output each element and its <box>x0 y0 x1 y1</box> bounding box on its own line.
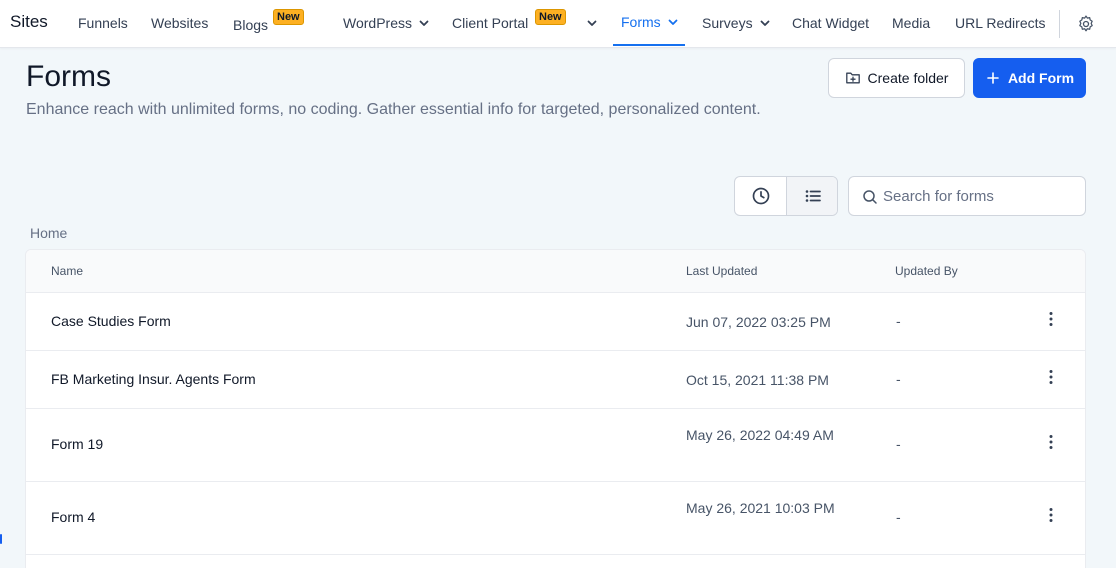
form-name[interactable]: Form 19 <box>51 436 103 452</box>
page-description: Enhance reach with unlimited forms, no c… <box>26 101 761 118</box>
last-updated: May 26, 2021 10:03 PM <box>686 500 835 516</box>
nav-item-label: WordPress <box>343 15 412 31</box>
nav-item-surveys[interactable]: Surveys <box>702 0 771 46</box>
new-badge: New <box>273 9 304 25</box>
nav-item-label: Chat Widget <box>792 15 870 31</box>
nav-item-websites[interactable]: Websites <box>151 0 208 46</box>
search-input[interactable] <box>883 177 1079 215</box>
breadcrumb-home[interactable]: Home <box>30 225 67 241</box>
chevron-down-icon <box>418 17 430 29</box>
edge-indicator <box>0 534 2 544</box>
nav-item-label: Client Portal <box>452 15 529 31</box>
chevron-down-icon <box>667 16 679 28</box>
add-form-label: Add Form <box>1007 70 1075 86</box>
more-options-icon[interactable] <box>1042 310 1060 328</box>
updated-by: - <box>896 313 901 329</box>
column-header-name[interactable]: Name <box>51 264 83 278</box>
list-icon <box>805 190 821 202</box>
last-updated: Jun 07, 2022 03:25 PM <box>686 314 831 330</box>
last-updated: May 26, 2022 04:49 AM <box>686 427 834 443</box>
view-toggle <box>734 176 838 216</box>
client-portal-dropdown[interactable] <box>580 0 598 46</box>
updated-by: - <box>896 509 901 525</box>
create-folder-label: Create folder <box>867 70 949 86</box>
updated-by: - <box>896 371 901 387</box>
nav-item-wordpress[interactable]: WordPress <box>343 0 430 46</box>
table-header: Name Last Updated Updated By <box>26 250 1085 293</box>
nav-item-funnels[interactable]: Funnels <box>78 0 128 46</box>
nav-item-label: Funnels <box>78 15 128 31</box>
list-view-button[interactable] <box>787 177 837 215</box>
form-name[interactable]: FB Marketing Insur. Agents Form <box>51 371 256 387</box>
add-form-button[interactable]: Add Form <box>973 58 1086 98</box>
table-row[interactable]: Case Studies Form Jun 07, 2022 03:25 PM … <box>26 293 1085 351</box>
nav-item-client-portal[interactable]: Client Portal <box>452 0 528 46</box>
forms-table: Name Last Updated Updated By Case Studie… <box>25 249 1086 568</box>
chevron-down-icon <box>586 17 598 29</box>
chevron-down-icon <box>759 17 771 29</box>
sites-title: Sites <box>10 12 48 31</box>
gear-icon[interactable] <box>1076 14 1096 34</box>
nav-item-chat-widget[interactable]: Chat Widget <box>792 0 869 46</box>
nav-item-label: Websites <box>151 15 209 31</box>
nav-item-label: URL Redirects <box>955 15 1046 31</box>
create-folder-button[interactable]: Create folder <box>828 58 965 98</box>
column-header-last-updated[interactable]: Last Updated <box>686 264 757 278</box>
table-row[interactable]: FB Marketing Insur. Agents Form Oct 15, … <box>26 351 1085 409</box>
nav-item-label: Forms <box>621 14 661 30</box>
column-header-updated-by[interactable]: Updated By <box>895 264 958 278</box>
new-badge: New <box>535 9 566 25</box>
breadcrumb[interactable]: Home <box>30 225 67 241</box>
more-options-icon[interactable] <box>1042 368 1060 386</box>
recent-view-button[interactable] <box>735 177 787 215</box>
nav-item-url-redirects[interactable]: URL Redirects <box>955 0 1046 46</box>
nav-item-forms[interactable]: Forms <box>613 0 685 46</box>
form-name[interactable]: Case Studies Form <box>51 313 171 329</box>
table-row[interactable]: Form 4 May 26, 2021 10:03 PM - <box>26 482 1085 555</box>
updated-by: - <box>896 436 901 452</box>
clock-icon <box>752 187 769 205</box>
last-updated: Oct 15, 2021 11:38 PM <box>686 372 829 388</box>
nav-item-label: Media <box>892 15 931 31</box>
search-icon <box>863 190 877 204</box>
nav-item-label: Surveys <box>702 15 753 31</box>
page-title: Forms <box>26 60 111 93</box>
nav-item-media[interactable]: Media <box>892 0 930 46</box>
folder-plus-icon <box>845 72 860 84</box>
more-options-icon[interactable] <box>1042 433 1060 451</box>
top-navigation: Sites Funnels Websites Blogs New WordPre… <box>0 0 1116 48</box>
form-name[interactable]: Form 4 <box>51 509 95 525</box>
nav-item-label: Blogs <box>233 17 269 33</box>
more-options-icon[interactable] <box>1042 506 1060 524</box>
table-row[interactable]: Form 19 May 26, 2022 04:49 AM - <box>26 409 1085 482</box>
search-box <box>848 176 1086 216</box>
nav-divider <box>1059 10 1060 38</box>
plus-icon <box>987 72 999 84</box>
nav-item-blogs[interactable]: Blogs <box>233 2 268 48</box>
